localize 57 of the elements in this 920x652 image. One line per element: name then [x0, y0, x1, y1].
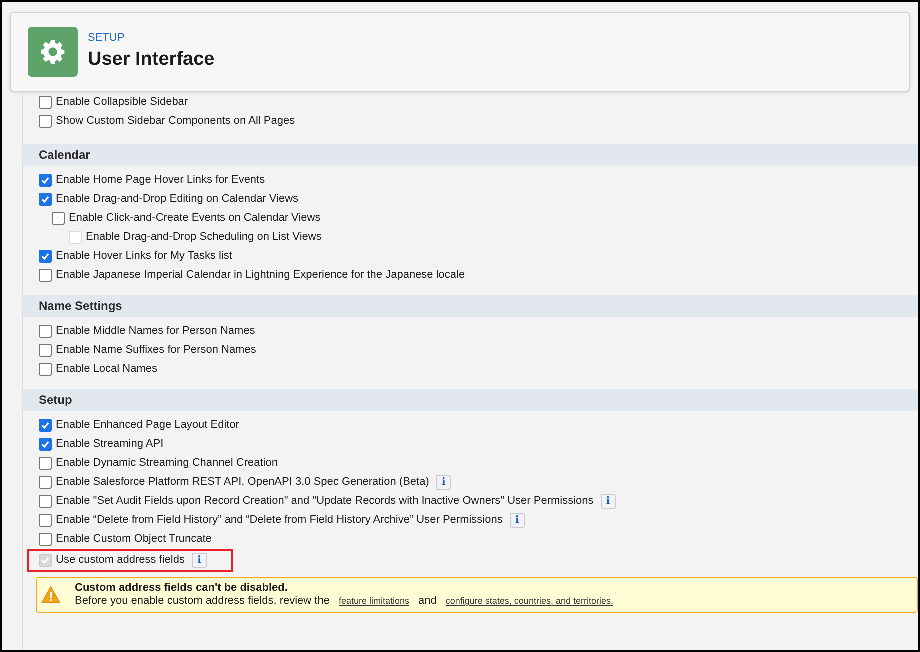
warning-icon [41, 586, 61, 604]
checkmark-icon [41, 556, 50, 565]
section-header: Setup [23, 389, 918, 411]
section-header: Calendar [23, 144, 918, 166]
section-header: Name Settings [23, 295, 918, 317]
option-label: Enable Drag-and-Drop Scheduling on List Views [86, 230, 322, 246]
info-button[interactable]: i [436, 475, 452, 490]
conjunction-text: and [418, 595, 437, 608]
checkmark-icon [41, 440, 50, 449]
option-label: Enable Collapsible Sidebar [56, 95, 188, 110]
checkbox[interactable] [39, 344, 52, 357]
checkbox[interactable] [39, 269, 52, 282]
checkmark-icon [41, 176, 50, 185]
checkbox[interactable] [39, 174, 52, 187]
option-label: Enable Salesforce Platform REST API, OpenAPI 3.0 Spec Generation (Beta) [56, 475, 430, 490]
option-label: Enable Custom Object Truncate [56, 532, 212, 548]
option-label: Enable "Set Audit Fields upon Record Creation" and "Update Records with Inactive Owners" User Permissions [56, 494, 594, 510]
checkbox[interactable] [39, 363, 52, 376]
configure-link[interactable]: configure states, countries, and territories. [446, 595, 614, 608]
breadcrumb: SETUP [88, 30, 126, 46]
option-label: Enable Streaming API [56, 437, 164, 452]
checkbox[interactable] [39, 476, 52, 489]
warning-title: Custom address fields can't be disabled. [75, 582, 289, 595]
checkbox[interactable] [39, 514, 52, 527]
checkbox[interactable] [39, 325, 52, 338]
checkbox[interactable] [39, 250, 52, 263]
feature-limitations-link[interactable]: feature limitations [338, 595, 410, 608]
option-label: Enable Japanese Imperial Calendar in Lightning Experience for the Japanese locale [56, 268, 466, 284]
option-label: Enable Hover Links for My Tasks list [56, 249, 232, 264]
gear-icon [28, 27, 78, 77]
warning-text: Before you enable custom address fields, review the [75, 595, 330, 608]
checkbox[interactable] [39, 533, 52, 546]
checkbox[interactable] [52, 212, 65, 225]
option-label: Enable Home Page Hover Links for Events [56, 173, 266, 188]
checkbox[interactable] [39, 419, 52, 432]
option-label: Enable Middle Names for Person Names [56, 324, 256, 340]
option-label: Show Custom Sidebar Components on All Pages [56, 114, 296, 130]
option-label: Enable Enhanced Page Layout Editor [56, 418, 240, 434]
option-label: Enable Local Names [56, 362, 158, 378]
checkmark-icon [41, 195, 50, 204]
option-label: Enable Click-and-Create Events on Calendar Views [69, 211, 321, 226]
checkbox[interactable] [39, 457, 52, 470]
checkbox[interactable] [39, 438, 52, 451]
checkbox[interactable] [39, 495, 52, 508]
info-button[interactable]: i [600, 494, 616, 509]
checkmark-icon [41, 252, 50, 261]
checkbox[interactable] [39, 193, 52, 206]
option-label: Use custom address fields [56, 553, 185, 568]
option-label: Enable Dynamic Streaming Channel Creation [56, 456, 278, 472]
info-button[interactable]: i [510, 513, 525, 528]
checkbox[interactable] [39, 115, 52, 128]
option-label: Enable Name Suffixes for Person Names [56, 343, 256, 358]
page-title: User Interface [88, 48, 215, 72]
option-label: Enable “Delete from Field History” and “Delete from Field History Archive” User Permissions [56, 513, 503, 528]
checkmark-icon [41, 421, 50, 430]
checkbox[interactable] [39, 96, 52, 109]
option-label: Enable Drag-and-Drop Editing on Calendar Views [56, 192, 299, 208]
